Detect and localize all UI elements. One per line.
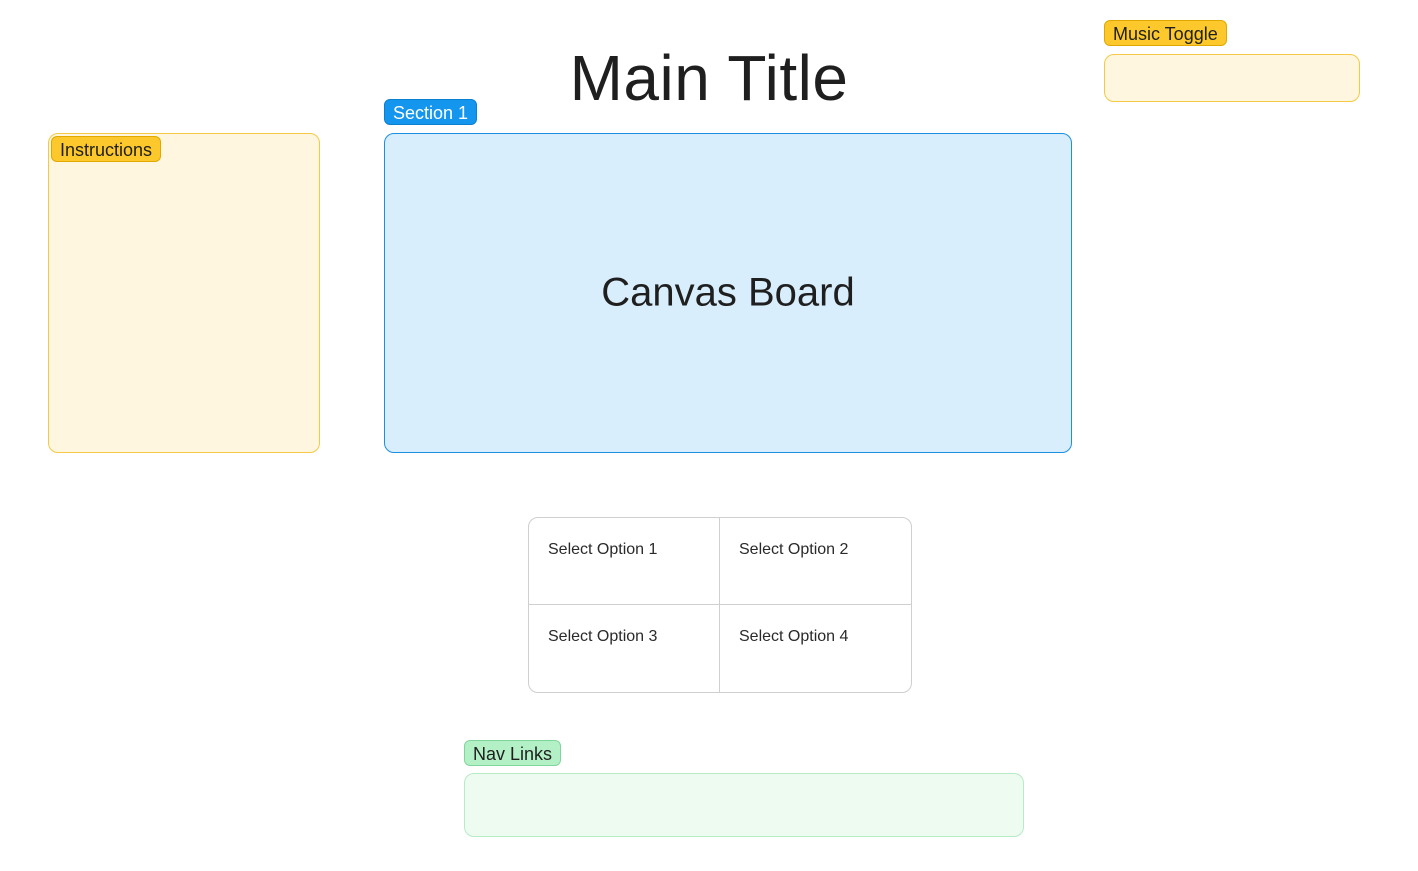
option-2[interactable]: Select Option 2 [720,518,911,605]
option-3[interactable]: Select Option 3 [529,605,720,692]
canvas-board[interactable]: Canvas Board [384,133,1072,453]
canvas-board-label: Canvas Board [601,270,855,315]
section-label: Section 1 [384,99,478,125]
instructions-panel [48,133,320,453]
music-toggle-panel[interactable] [1104,54,1360,102]
instructions-label: Instructions [51,136,162,162]
music-toggle-label: Music Toggle [1104,20,1227,46]
nav-links-label: Nav Links [464,740,562,766]
options-grid: Select Option 1 Select Option 2 Select O… [528,517,912,693]
option-4[interactable]: Select Option 4 [720,605,911,692]
page: Main Title Music Toggle Instructions Sec… [0,0,1418,871]
option-1[interactable]: Select Option 1 [529,518,720,605]
nav-links-panel[interactable] [464,773,1024,837]
